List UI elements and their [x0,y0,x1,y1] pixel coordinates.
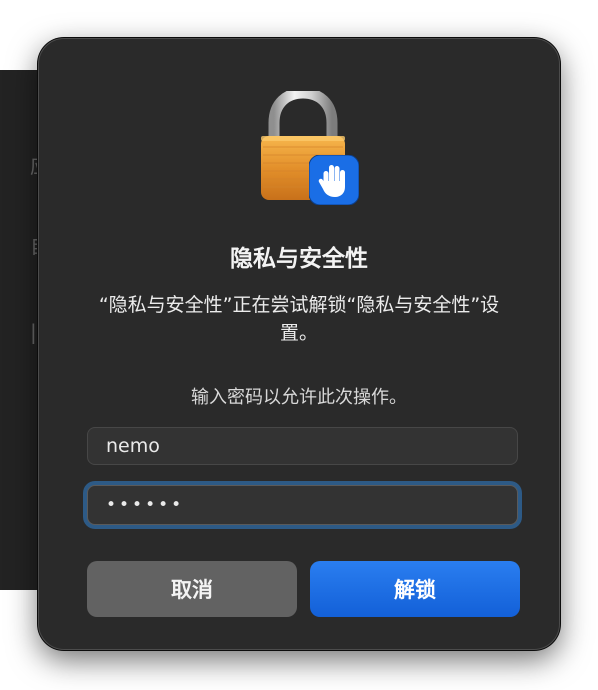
cancel-button[interactable]: 取消 [87,561,297,617]
dialog-title: 隐私与安全性 [230,246,368,272]
lock-icon [257,87,361,207]
screen: 应 自 | [0,0,598,690]
password-field[interactable] [87,485,518,525]
authentication-dialog: 隐私与安全性 “隐私与安全性”正在尝试解锁“隐私与安全性”设置。 输入密码以允许… [38,38,560,650]
password-prompt: 输入密码以允许此次操作。 [191,387,407,408]
dialog-message: “隐私与安全性”正在尝试解锁“隐私与安全性”设置。 [98,294,500,344]
unlock-button[interactable]: 解锁 [310,561,520,617]
raised-hand-icon [309,155,359,205]
username-field[interactable] [87,427,518,465]
background-text: | [30,320,37,344]
